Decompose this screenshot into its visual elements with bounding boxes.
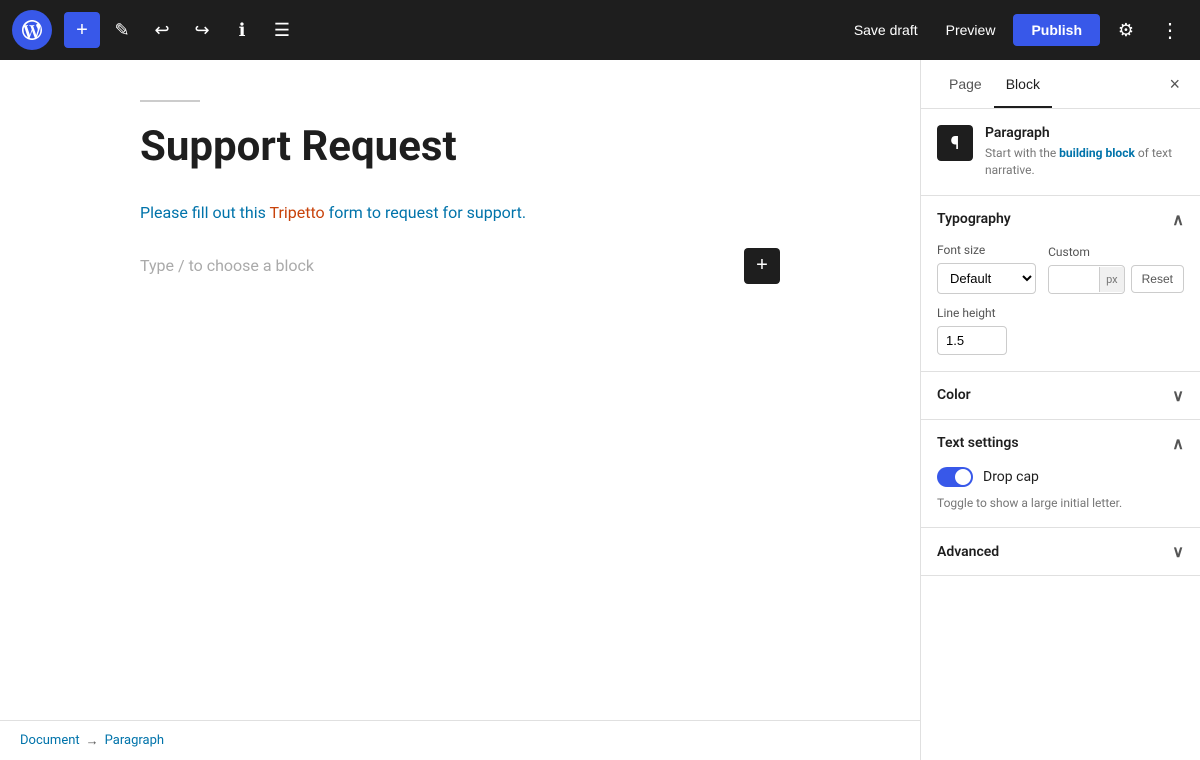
drop-cap-toggle[interactable] [937, 467, 973, 487]
text-settings-body: Drop cap Toggle to show a large initial … [921, 467, 1200, 528]
px-unit-label: px [1099, 267, 1124, 292]
block-desc-start: Start with the [985, 146, 1059, 160]
reset-button[interactable]: Reset [1131, 265, 1184, 293]
wp-logo-button[interactable] [12, 10, 52, 50]
toolbar-left: + ✎ ↩ ↪ ℹ ☰ [12, 10, 300, 50]
breadcrumb-paragraph[interactable]: Paragraph [105, 733, 164, 748]
text-settings-header[interactable]: Text settings ∧ [921, 420, 1200, 467]
sidebar: Page Block × ¶ Paragraph Start with the … [920, 60, 1200, 760]
font-size-select[interactable]: Default Small Medium Large Extra Large [937, 263, 1036, 294]
tools-button[interactable]: ✎ [104, 12, 140, 48]
plus-icon: + [76, 19, 88, 42]
paragraph-icon: ¶ [951, 133, 960, 154]
toggle-knob [955, 469, 971, 485]
add-block-toolbar-button[interactable]: + [64, 12, 100, 48]
advanced-label: Advanced [937, 544, 999, 560]
line-height-label: Line height [937, 306, 1184, 320]
drop-cap-description: Toggle to show a large initial letter. [937, 495, 1184, 512]
close-sidebar-button[interactable]: × [1165, 70, 1184, 99]
color-header[interactable]: Color ∨ [921, 372, 1200, 419]
advanced-header[interactable]: Advanced ∨ [921, 528, 1200, 575]
block-description: Start with the building block of text na… [985, 145, 1184, 179]
undo-button[interactable]: ↩ [144, 12, 180, 48]
text-settings-section: Text settings ∧ Drop cap Toggle to show … [921, 420, 1200, 529]
custom-label: Custom [1048, 245, 1090, 259]
tab-page[interactable]: Page [937, 60, 994, 108]
editor-area: Support Request Please fill out this Tri… [0, 60, 920, 760]
new-block-area: Type / to choose a block + [140, 246, 780, 286]
block-info-text: Paragraph Start with the building block … [985, 125, 1184, 179]
drop-cap-row: Drop cap [937, 467, 1184, 487]
block-name: Paragraph [985, 125, 1184, 141]
info-button[interactable]: ℹ [224, 12, 260, 48]
pencil-icon: ✎ [114, 20, 129, 41]
paragraph-block-icon: ¶ [937, 125, 973, 161]
typography-header[interactable]: Typography ∧ [921, 196, 1200, 243]
main-area: Support Request Please fill out this Tri… [0, 60, 1200, 760]
typography-chevron-up-icon: ∧ [1172, 210, 1184, 229]
toolbar-right: Save draft Preview Publish ⚙ ⋮ [844, 12, 1188, 48]
save-draft-button[interactable]: Save draft [844, 16, 928, 44]
custom-px-group: Custom px Reset [1048, 245, 1184, 294]
typography-body: Font size Default Small Medium Large Ext… [921, 243, 1200, 371]
line-height-input[interactable] [937, 326, 1007, 355]
redo-button[interactable]: ↪ [184, 12, 220, 48]
paragraph-text-start: Please fill out this [140, 203, 270, 222]
list-icon: ☰ [274, 20, 290, 41]
typography-section: Typography ∧ Font size Default Small Med… [921, 196, 1200, 372]
font-size-group: Font size Default Small Medium Large Ext… [937, 243, 1184, 294]
color-chevron-down-icon: ∨ [1172, 386, 1184, 405]
ellipsis-icon: ⋮ [1160, 18, 1180, 43]
drop-cap-label: Drop cap [983, 469, 1039, 485]
paragraph-block[interactable]: Please fill out this Tripetto form to re… [140, 200, 780, 226]
sidebar-tabs: Page Block × [921, 60, 1200, 109]
title-divider [140, 100, 200, 102]
block-desc-building: building block [1059, 146, 1135, 160]
block-info: ¶ Paragraph Start with the building bloc… [921, 109, 1200, 196]
custom-px-input[interactable] [1049, 266, 1099, 293]
color-section: Color ∨ [921, 372, 1200, 420]
page-title[interactable]: Support Request [140, 122, 780, 172]
font-size-select-wrap: Font size Default Small Medium Large Ext… [937, 243, 1036, 294]
toolbar: + ✎ ↩ ↪ ℹ ☰ Save draft Preview Publish ⚙… [0, 0, 1200, 60]
redo-icon: ↪ [194, 20, 209, 41]
px-input-wrap: px [1048, 265, 1125, 294]
more-options-button[interactable]: ⋮ [1152, 12, 1188, 48]
settings-button[interactable]: ⚙ [1108, 12, 1144, 48]
breadcrumb-document[interactable]: Document [20, 733, 80, 748]
breadcrumb: Document → Paragraph [0, 720, 920, 760]
typography-label: Typography [937, 211, 1011, 227]
gear-icon: ⚙ [1118, 20, 1134, 41]
advanced-chevron-down-icon: ∨ [1172, 542, 1184, 561]
undo-icon: ↩ [154, 20, 169, 41]
line-height-group: Line height [937, 306, 1184, 355]
block-placeholder[interactable]: Type / to choose a block [140, 256, 780, 275]
advanced-section: Advanced ∨ [921, 528, 1200, 576]
tripetto-link[interactable]: Tripetto [270, 203, 325, 222]
info-icon: ℹ [239, 20, 246, 41]
font-size-label: Font size [937, 243, 1036, 257]
preview-button[interactable]: Preview [936, 16, 1006, 44]
breadcrumb-arrow: → [86, 733, 99, 749]
text-settings-chevron-up-icon: ∧ [1172, 434, 1184, 453]
add-block-button[interactable]: + [744, 248, 780, 284]
color-label: Color [937, 387, 971, 403]
paragraph-text-end: form to request for support. [325, 203, 526, 222]
editor-content: Support Request Please fill out this Tri… [100, 100, 820, 680]
text-settings-label: Text settings [937, 435, 1019, 451]
publish-button[interactable]: Publish [1013, 14, 1100, 46]
add-block-plus-icon: + [756, 254, 768, 277]
list-view-button[interactable]: ☰ [264, 12, 300, 48]
tab-block[interactable]: Block [994, 60, 1052, 108]
